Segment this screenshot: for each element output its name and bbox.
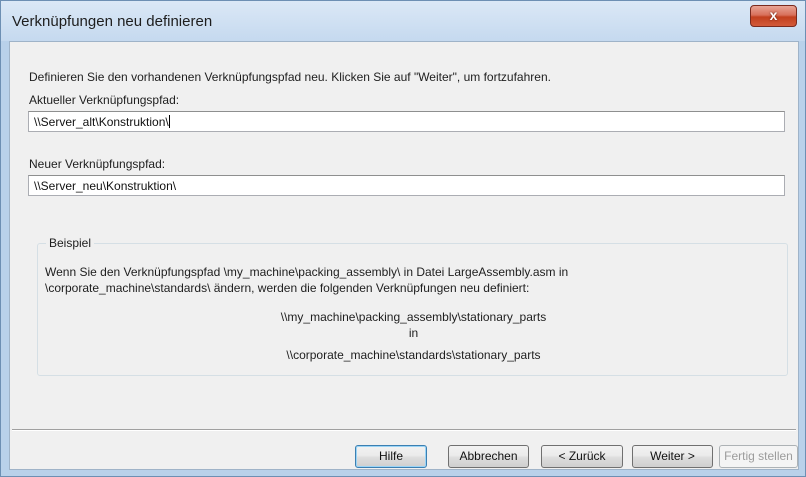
finish-button[interactable]: Fertig stellen	[719, 445, 798, 468]
close-icon: x	[769, 7, 778, 23]
dialog-window: Verknüpfungen neu definieren x Definiere…	[0, 0, 806, 477]
example-line-1: Wenn Sie den Verknüpfungspfad \my_machin…	[45, 265, 569, 279]
current-path-label: Aktueller Verknüpfungspfad:	[29, 93, 180, 107]
title-bar[interactable]: Verknüpfungen neu definieren x	[1, 1, 805, 41]
close-button[interactable]: x	[750, 5, 797, 27]
cancel-button[interactable]: Abbrechen	[448, 445, 529, 468]
example-connector: in	[408, 326, 419, 340]
new-path-label: Neuer Verknüpfungspfad:	[29, 157, 166, 171]
instruction-text: Definieren Sie den vorhandenen Verknüpfu…	[29, 70, 551, 84]
back-button[interactable]: < Zurück	[541, 445, 623, 468]
example-group: Beispiel Wenn Sie den Verknüpfungspfad \…	[37, 236, 788, 376]
example-group-title: Beispiel	[46, 236, 95, 250]
example-line-2: \corporate_machine\standards\ ändern, we…	[45, 281, 530, 295]
example-from-path: \\my_machine\packing_assembly\stationary…	[280, 310, 547, 324]
help-button[interactable]: Hilfe	[355, 445, 427, 468]
dialog-body: Definieren Sie den vorhandenen Verknüpfu…	[9, 41, 799, 470]
example-to-path: \\corporate_machine\standards\stationary…	[286, 348, 541, 362]
window-title: Verknüpfungen neu definieren	[12, 13, 213, 30]
new-path-value: \\Server_neu\Konstruktion\	[34, 179, 177, 193]
current-path-input[interactable]: \\Server_alt\Konstruktion\	[28, 111, 785, 132]
next-button[interactable]: Weiter >	[632, 445, 713, 468]
current-path-value: \\Server_alt\Konstruktion\	[34, 115, 169, 129]
new-path-input[interactable]: \\Server_neu\Konstruktion\	[28, 175, 785, 196]
text-caret	[168, 115, 170, 128]
footer-separator	[12, 429, 796, 431]
